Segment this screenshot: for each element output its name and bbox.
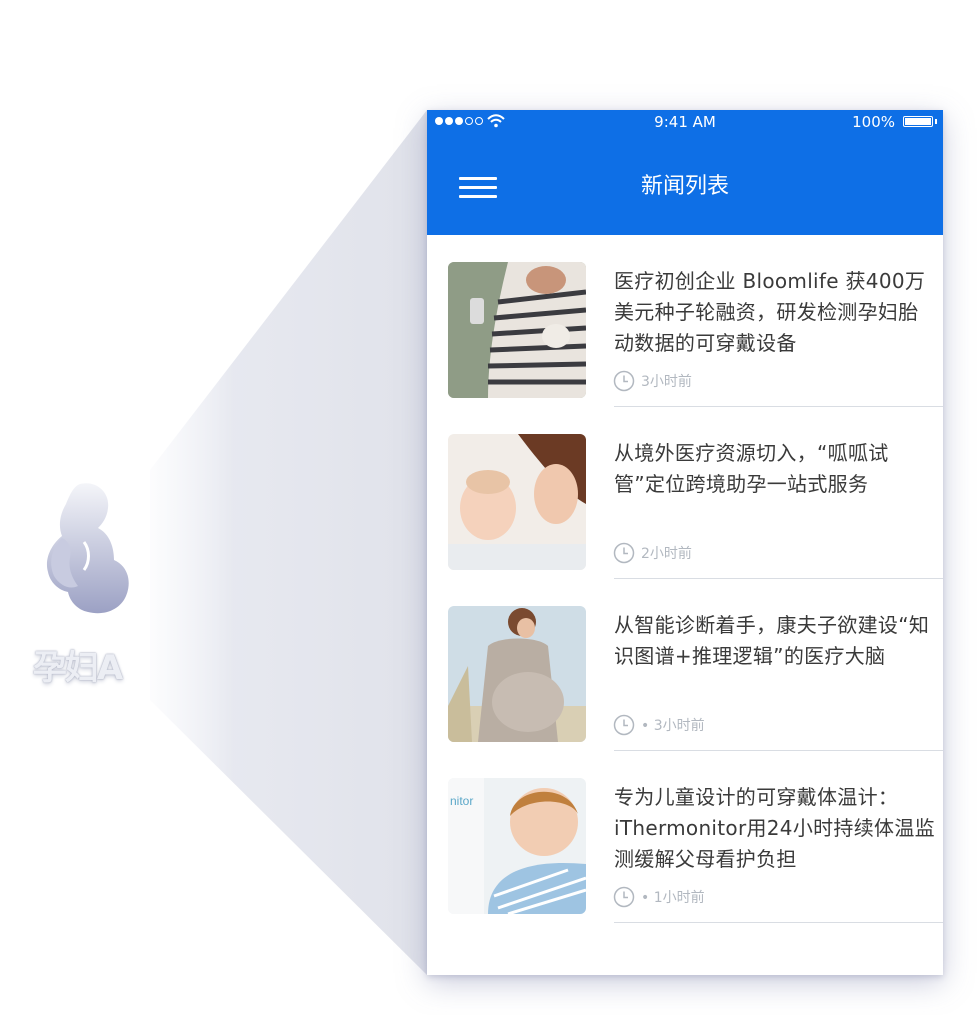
- news-time: • 3小时前: [641, 718, 705, 734]
- news-item[interactable]: 从境外医疗资源切入，“呱呱试管”定位跨境助孕一站式服务 2小时前: [427, 407, 943, 579]
- news-title[interactable]: 医疗初创企业 Bloomlife 获400万美元种子轮融资，研发检测孕妇胎动数据…: [614, 266, 936, 359]
- page-title: 新闻列表: [640, 174, 729, 199]
- news-time: 3小时前: [641, 374, 692, 390]
- news-thumbnail: [448, 606, 586, 742]
- news-meta: 2小时前: [613, 541, 692, 565]
- pregnant-woman-outdoors-image: [448, 606, 586, 742]
- clock-icon: [613, 542, 635, 564]
- phone-frame: 9:41 AM 100% 新闻列表 医疗初创企业 Bloomlife 获400万…: [427, 110, 943, 975]
- battery-cap: [935, 119, 937, 124]
- news-meta: • 3小时前: [613, 713, 705, 737]
- news-thumbnail: [448, 434, 586, 570]
- app-header: 9:41 AM 100% 新闻列表: [427, 110, 943, 235]
- news-item[interactable]: 从智能诊断着手，康夫子欲建设“知识图谱+推理逻辑”的医疗大脑 • 3小时前: [427, 579, 943, 751]
- news-item[interactable]: 医疗初创企业 Bloomlife 获400万美元种子轮融资，研发检测孕妇胎动数据…: [427, 235, 943, 407]
- thumbnail-caption: nitor: [450, 794, 474, 808]
- persona-label: 孕妇A: [32, 648, 123, 688]
- news-item[interactable]: nitor 专为儿童设计的可穿戴体温计：iThermonitor用24小时持续体…: [427, 751, 943, 923]
- divider: [614, 922, 943, 923]
- news-title[interactable]: 从境外医疗资源切入，“呱呱试管”定位跨境助孕一站式服务: [614, 438, 936, 500]
- persona-card: 孕妇A: [18, 478, 136, 698]
- news-title[interactable]: 从智能诊断着手，康夫子欲建设“知识图谱+推理逻辑”的医疗大脑: [614, 610, 936, 672]
- news-meta: 3小时前: [613, 369, 692, 393]
- mother-and-baby-image: [448, 434, 586, 570]
- pregnant-woman-icon: [46, 483, 129, 614]
- news-thumbnail: nitor: [448, 778, 586, 914]
- news-time: • 1小时前: [641, 890, 705, 906]
- news-meta: • 1小时前: [613, 885, 705, 909]
- clock-icon: [613, 714, 635, 736]
- battery-icon: [903, 116, 933, 127]
- top-ghost-caption: [450, 0, 920, 30]
- news-title[interactable]: 专为儿童设计的可穿戴体温计：iThermonitor用24小时持续体温监测缓解父…: [614, 782, 936, 875]
- status-bar: 9:41 AM 100%: [427, 110, 943, 136]
- clock-icon: [613, 370, 635, 392]
- news-time: 2小时前: [641, 546, 692, 562]
- clock-icon: [613, 886, 635, 908]
- pregnant-woman-with-phone-image: [448, 262, 586, 398]
- news-thumbnail: [448, 262, 586, 398]
- battery-percent: 100%: [852, 113, 895, 131]
